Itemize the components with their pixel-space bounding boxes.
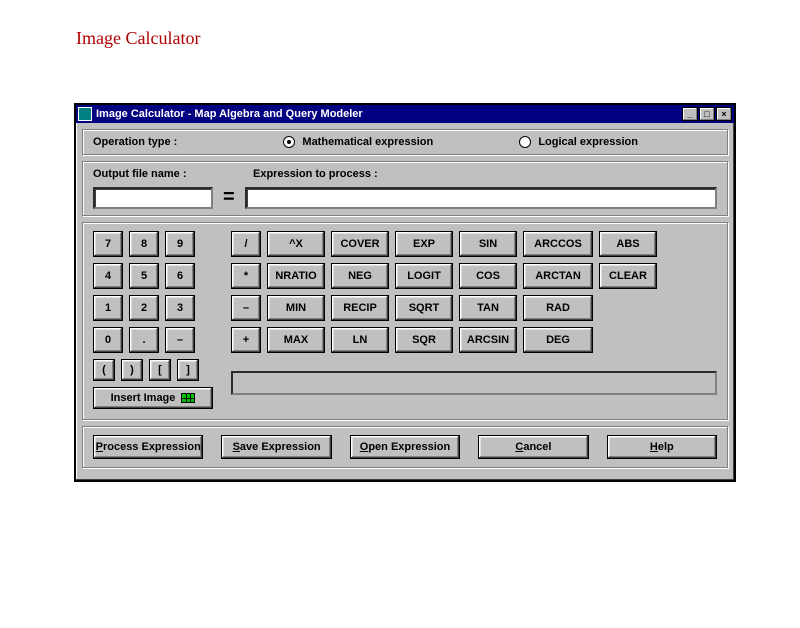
key-9[interactable]: 9 <box>165 231 195 257</box>
radio-mathematical[interactable]: Mathematical expression <box>283 136 433 148</box>
output-file-input[interactable] <box>93 187 213 209</box>
op-multiply[interactable]: * <box>231 263 261 289</box>
close-button[interactable]: × <box>716 107 732 121</box>
fn-arccos[interactable]: ARCCOS <box>523 231 593 257</box>
key-negate[interactable]: – <box>165 327 195 353</box>
radio-dot-icon <box>283 136 295 148</box>
open-expression-button[interactable]: Open Expression <box>350 435 460 459</box>
key-lbracket[interactable]: [ <box>149 359 171 381</box>
titlebar: Image Calculator - Map Algebra and Query… <box>76 105 734 123</box>
insert-image-button[interactable]: Insert Image <box>93 387 213 409</box>
bracket-row: ( ) [ ] <box>93 359 213 381</box>
fn-sqr[interactable]: SQR <box>395 327 453 353</box>
action-panel: Process Expression Save Expression Open … <box>82 426 728 468</box>
fn-tan[interactable]: TAN <box>459 295 517 321</box>
fn-sqrt[interactable]: SQRT <box>395 295 453 321</box>
insert-image-label: Insert Image <box>111 392 176 404</box>
key-rbracket[interactable]: ] <box>177 359 199 381</box>
key-7[interactable]: 7 <box>93 231 123 257</box>
expression-input[interactable] <box>245 187 717 209</box>
expression-label: Expression to process : <box>253 168 378 180</box>
radio-logical-label: Logical expression <box>538 136 638 148</box>
op-minus[interactable]: – <box>231 295 261 321</box>
maximize-button[interactable]: □ <box>699 107 715 121</box>
equals-sign: = <box>223 186 235 209</box>
process-expression-button[interactable]: Process Expression <box>93 435 203 459</box>
operation-type-panel: Operation type : Mathematical expression… <box>82 129 728 155</box>
window-title: Image Calculator - Map Algebra and Query… <box>96 108 682 120</box>
fields-panel: Output file name : Expression to process… <box>82 161 728 216</box>
fn-clear[interactable]: CLEAR <box>599 263 657 289</box>
fn-rad[interactable]: RAD <box>523 295 593 321</box>
radio-mathematical-label: Mathematical expression <box>302 136 433 148</box>
radio-logical[interactable]: Logical expression <box>519 136 638 148</box>
cancel-label-rest: ancel <box>523 441 551 453</box>
op-plus[interactable]: + <box>231 327 261 353</box>
fn-abs[interactable]: ABS <box>599 231 657 257</box>
operation-type-label: Operation type : <box>93 136 177 148</box>
key-lparen[interactable]: ( <box>93 359 115 381</box>
process-label-rest: rocess Expression <box>103 441 201 453</box>
save-expression-button[interactable]: Save Expression <box>221 435 331 459</box>
fn-logit[interactable]: LOGIT <box>395 263 453 289</box>
fn-powx[interactable]: ^X <box>267 231 325 257</box>
fn-recip[interactable]: RECIP <box>331 295 389 321</box>
numpad: 7 8 9 4 5 6 1 2 3 <box>93 231 213 353</box>
fn-exp[interactable]: EXP <box>395 231 453 257</box>
radio-dot-icon <box>519 136 531 148</box>
fn-cover[interactable]: COVER <box>331 231 389 257</box>
help-button[interactable]: Help <box>607 435 717 459</box>
fn-nratio[interactable]: NRATIO <box>267 263 325 289</box>
minimize-button[interactable]: _ <box>682 107 698 121</box>
key-3[interactable]: 3 <box>165 295 195 321</box>
fn-arctan[interactable]: ARCTAN <box>523 263 593 289</box>
status-readout <box>231 371 717 395</box>
key-8[interactable]: 8 <box>129 231 159 257</box>
fn-max[interactable]: MAX <box>267 327 325 353</box>
key-4[interactable]: 4 <box>93 263 123 289</box>
open-label-rest: pen Expression <box>368 441 450 453</box>
fn-arcsin[interactable]: ARCSIN <box>459 327 517 353</box>
fn-deg[interactable]: DEG <box>523 327 593 353</box>
cancel-button[interactable]: Cancel <box>478 435 588 459</box>
key-0[interactable]: 0 <box>93 327 123 353</box>
fn-min[interactable]: MIN <box>267 295 325 321</box>
grid-icon <box>181 393 195 403</box>
key-dot[interactable]: . <box>129 327 159 353</box>
fn-neg[interactable]: NEG <box>331 263 389 289</box>
key-rparen[interactable]: ) <box>121 359 143 381</box>
app-window: Image Calculator - Map Algebra and Query… <box>74 103 736 482</box>
fn-cos[interactable]: COS <box>459 263 517 289</box>
help-label-rest: elp <box>658 441 674 453</box>
key-2[interactable]: 2 <box>129 295 159 321</box>
keypad-panel: 7 8 9 4 5 6 1 2 3 <box>82 222 728 420</box>
op-divide[interactable]: / <box>231 231 261 257</box>
save-label-rest: ave Expression <box>240 441 321 453</box>
key-6[interactable]: 6 <box>165 263 195 289</box>
system-menu-icon[interactable] <box>78 107 92 121</box>
page-heading: Image Calculator <box>76 28 800 49</box>
fn-ln[interactable]: LN <box>331 327 389 353</box>
key-5[interactable]: 5 <box>129 263 159 289</box>
fn-sin[interactable]: SIN <box>459 231 517 257</box>
output-file-label: Output file name : <box>93 168 253 180</box>
key-1[interactable]: 1 <box>93 295 123 321</box>
